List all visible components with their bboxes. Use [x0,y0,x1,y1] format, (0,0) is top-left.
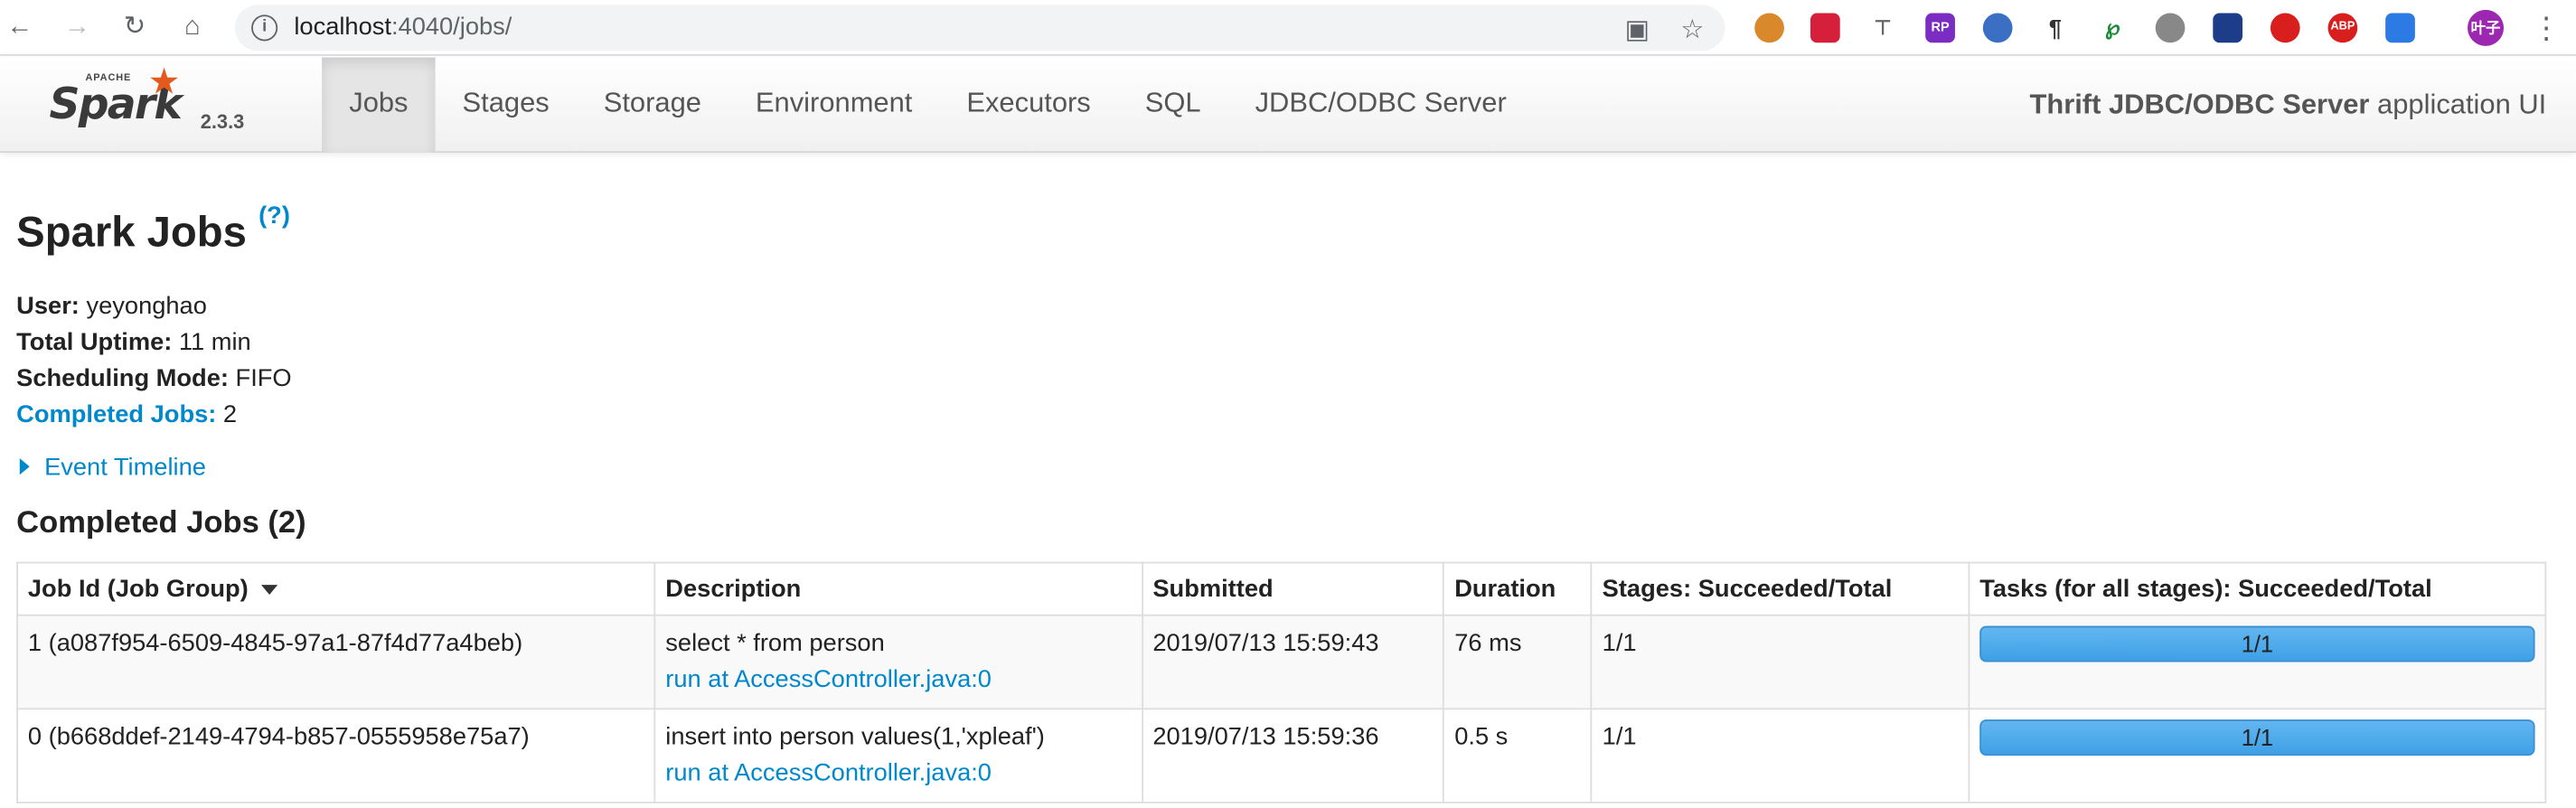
bookmark-star-icon[interactable]: ☆ [1680,14,1704,46]
reload-icon[interactable]: ↻ [118,12,151,44]
tasks-progress-bar: 1/1 [1979,625,2535,662]
summary-mode: Scheduling Mode: FIFO [16,362,291,398]
submitted-cell: 2019/07/13 15:59:36 [1141,708,1445,803]
job-id-cell: 0 (b668ddef-2149-4794-b857-0555958e75a7) [16,708,656,803]
profile-avatar[interactable]: 叶子 [2468,9,2505,46]
job-callsite-link[interactable]: run at AccessController.java:0 [665,665,992,693]
event-timeline-toggle[interactable]: Event Timeline [16,454,206,482]
description-cell: select * from person run at AccessContro… [653,614,1143,710]
cookie-extension-icon[interactable] [1754,13,1784,43]
translate-icon[interactable]: ▣ [1625,14,1650,46]
header-job-id-label: Job Id (Job Group) [27,575,249,604]
spark-version: 2.3.3 [200,109,245,134]
back-icon[interactable]: ← [4,12,36,44]
sort-desc-icon [261,585,278,596]
url-text[interactable]: localhost:4040/jobs/ [294,14,512,42]
header-duration[interactable]: Duration [1443,561,1593,616]
green-extension-icon[interactable]: ℘ [2098,13,2128,43]
app-title-rest: application UI [2369,89,2547,120]
table-row: 1 (a087f954-6509-4845-97a1-87f4d77a4beb)… [16,614,2547,710]
user-label: User: [16,292,80,321]
stop-extension-icon[interactable] [2270,13,2300,43]
stack-extension-icon[interactable] [2385,13,2415,43]
application-title: Thrift JDBC/ODBC Server application UI [2029,58,2546,153]
description-cell: insert into person values(1,'xpleaf') ru… [653,708,1143,803]
mode-label: Scheduling Mode: [16,364,229,393]
submitted-cell: 2019/07/13 15:59:43 [1141,614,1445,710]
mode-value: FIFO [228,364,292,393]
header-stages: Stages: Succeeded/Total [1590,561,1970,616]
spark-navbar: APACHE Spark ★ 2.3.3 Jobs Stages Storage… [0,57,2576,154]
rp-extension-icon[interactable]: RP [1925,13,1955,43]
page-title: Spark Jobs [16,207,247,257]
tab-storage[interactable]: Storage [577,58,729,153]
nav-tabs: Jobs Stages Storage Environment Executor… [322,57,1534,154]
table-row: 0 (b668ddef-2149-4794-b857-0555958e75a7)… [16,708,2547,803]
tab-sql[interactable]: SQL [1118,58,1228,153]
url-path: :4040/jobs/ [390,13,512,42]
opera-extension-icon[interactable] [1982,13,2013,43]
site-info-icon[interactable]: i [251,14,278,42]
job-id-cell: 1 (a087f954-6509-4845-97a1-87f4d77a4beb) [16,614,656,710]
user-value: yeyonghao [79,292,207,321]
page-title-row: Spark Jobs (?) [16,202,290,258]
forward-icon[interactable]: → [61,12,93,44]
header-tasks: Tasks (for all stages): Succeeded/Total [1968,561,2547,616]
address-bar[interactable]: i localhost:4040/jobs/ ▣ ☆ [234,5,1725,52]
header-job-id[interactable]: Job Id (Job Group) [16,561,656,616]
browser-menu-icon[interactable]: ⋮ [2530,12,2562,44]
home-icon[interactable]: ⌂ [175,12,208,44]
tab-stages[interactable]: Stages [436,58,577,153]
uptime-label: Total Uptime: [16,328,173,357]
summary-completed: Completed Jobs: 2 [16,398,291,434]
header-submitted[interactable]: Submitted [1141,561,1445,616]
completed-jobs-title[interactable]: Completed Jobs (2) [16,506,306,542]
adblock-extension-icon[interactable]: ABP [2327,13,2358,43]
job-description: insert into person values(1,'xpleaf') [665,722,1045,751]
pilcrow-extension-icon[interactable]: ¶ [2040,13,2071,43]
circle-extension-icon[interactable] [2155,13,2186,43]
app-title-bold: Thrift JDBC/ODBC Server [2029,89,2370,120]
tab-jobs[interactable]: Jobs [322,57,436,154]
completed-jobs-table: Job Id (Job Group) Description Submitted… [16,561,2547,803]
summary-user: User: yeyonghao [16,289,291,325]
stages-cell: 1/1 [1590,708,1970,803]
tasks-progress-bar: 1/1 [1979,719,2535,756]
browser-toolbar: ← → ↻ ⌂ i localhost:4040/jobs/ ▣ ☆ ⊤ RP … [0,0,2576,56]
sitemap-extension-icon[interactable]: ⊤ [1867,13,1898,43]
spark-logo[interactable]: APACHE Spark ★ 2.3.3 [50,61,313,144]
completed-jobs-link[interactable]: Completed Jobs: [16,400,216,428]
event-timeline-label: Event Timeline [44,453,206,482]
summary-uptime: Total Uptime: 11 min [16,325,291,362]
tasks-cell: 1/1 [1968,708,2547,803]
duration-cell: 76 ms [1443,614,1593,710]
tab-jdbc-odbc-server[interactable]: JDBC/ODBC Server [1228,58,1534,153]
header-description[interactable]: Description [653,561,1143,616]
stages-cell: 1/1 [1590,614,1970,710]
spark-star-icon: ★ [147,61,181,102]
tab-environment[interactable]: Environment [729,58,939,153]
table-header-row: Job Id (Job Group) Description Submitted… [16,561,2547,616]
expand-arrow-icon [19,458,30,475]
job-description: select * from person [665,629,885,658]
job-callsite-link[interactable]: run at AccessController.java:0 [665,759,992,787]
tasks-cell: 1/1 [1968,614,2547,710]
red-extension-icon[interactable] [1810,13,1840,43]
summary-list: User: yeyonghao Total Uptime: 11 min Sch… [16,289,291,434]
url-host: localhost [294,13,391,42]
duration-cell: 0.5 s [1443,708,1593,803]
uptime-value: 11 min [172,328,251,357]
completed-jobs-value: 2 [216,400,238,429]
help-link[interactable]: (?) [259,202,290,230]
blue-extension-icon[interactable] [2213,13,2243,43]
tab-executors[interactable]: Executors [939,58,1117,153]
